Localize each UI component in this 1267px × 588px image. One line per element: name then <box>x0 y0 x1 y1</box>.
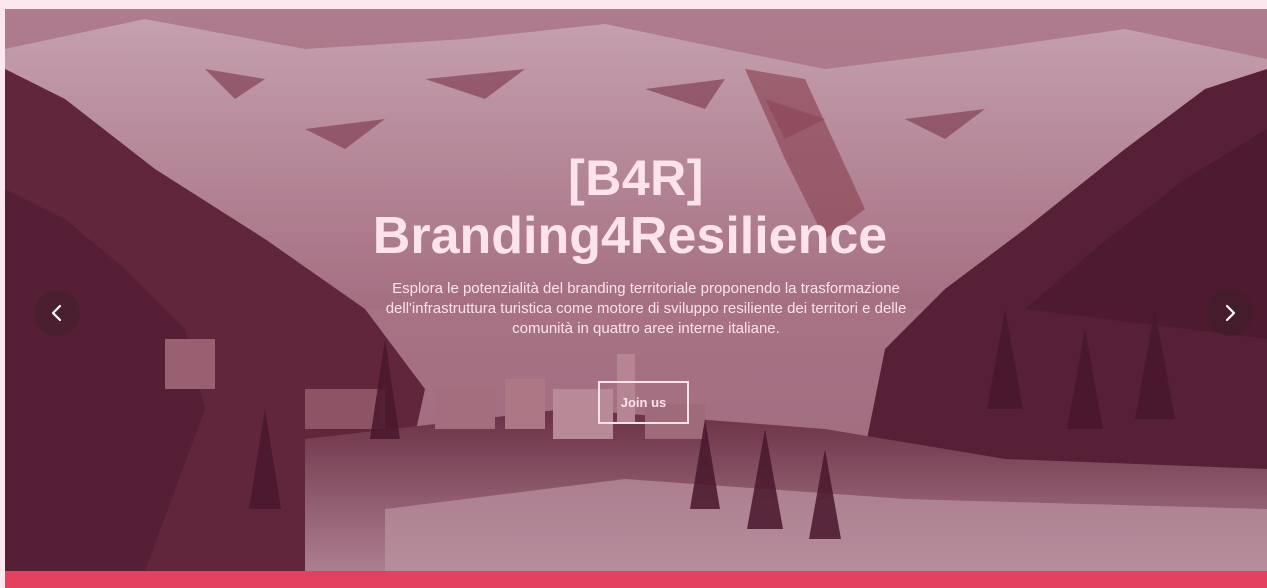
accent-bar <box>5 571 1267 588</box>
page: [B4R] Branding4Resilience Esplora le pot… <box>0 0 1267 588</box>
carousel-prev-button[interactable] <box>34 290 80 336</box>
hero-title: Branding4Resilience <box>372 207 888 265</box>
hero-content: [B4R] Branding4Resilience Esplora le pot… <box>5 9 1267 571</box>
chevron-left-icon <box>51 304 62 322</box>
join-us-button[interactable]: Join us <box>598 381 689 424</box>
hero-subtitle: Esplora le potenzialità del branding ter… <box>385 280 907 337</box>
chevron-right-icon <box>1225 304 1236 322</box>
carousel-next-button[interactable] <box>1207 290 1253 336</box>
hero-carousel-slide: [B4R] Branding4Resilience Esplora le pot… <box>5 9 1267 571</box>
hero-title-acronym: [B4R] <box>568 150 704 206</box>
